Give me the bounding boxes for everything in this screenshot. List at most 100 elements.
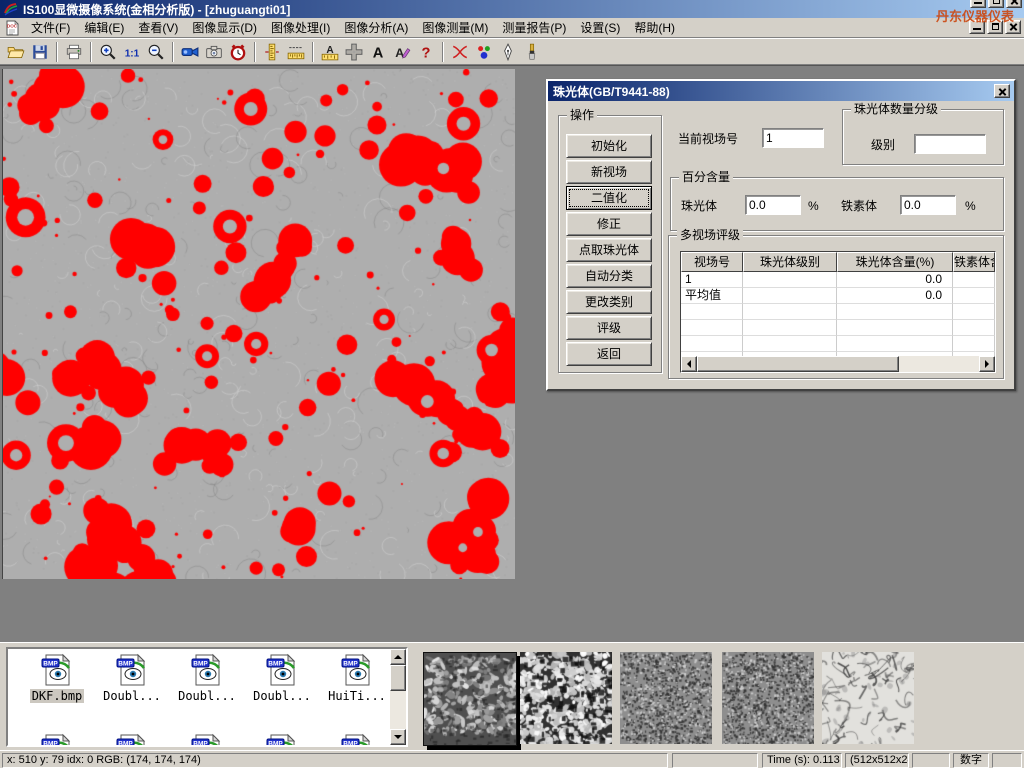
minimize-icon <box>974 2 982 4</box>
thumbnail-3[interactable] <box>620 652 712 744</box>
level-label: 级别 <box>871 138 895 152</box>
file-item[interactable]: BMP <box>97 733 167 747</box>
status-empty-panel <box>912 753 950 768</box>
table-row <box>681 320 995 336</box>
document-icon[interactable]: DOC <box>4 20 20 36</box>
bmp-file-icon: BMP <box>190 733 224 747</box>
level-input[interactable] <box>914 134 986 154</box>
svg-text:A: A <box>373 45 384 60</box>
svg-text:BMP: BMP <box>193 741 208 748</box>
ferrite-percent-input[interactable] <box>900 195 956 215</box>
return-button[interactable]: 返回 <box>566 342 652 366</box>
header-field-no[interactable]: 视场号 <box>681 252 743 272</box>
pen-icon[interactable] <box>496 40 520 63</box>
menu-image-process[interactable]: 图像处理(I) <box>264 17 337 38</box>
actual-size-icon[interactable]: 1:1 <box>120 40 144 63</box>
table-row[interactable]: 平均值 0.0 <box>681 288 995 304</box>
open-file-icon[interactable] <box>4 40 28 63</box>
brush-icon[interactable] <box>520 40 544 63</box>
correct-button[interactable]: 修正 <box>566 212 652 236</box>
auto-classify-button[interactable]: 自动分类 <box>566 264 652 288</box>
menu-image-analysis[interactable]: 图像分析(A) <box>337 17 415 38</box>
scroll-up-button[interactable] <box>390 649 406 665</box>
change-class-button[interactable]: 更改类别 <box>566 290 652 314</box>
save-icon[interactable] <box>28 40 52 63</box>
file-item-doubl3[interactable]: BMP Doubl... <box>247 653 317 703</box>
file-item[interactable]: BMP <box>172 733 242 747</box>
thumbnail-5[interactable] <box>822 652 914 744</box>
scroll-right-button[interactable] <box>979 356 995 372</box>
pick-pearlite-button[interactable]: 点取珠光体 <box>566 238 652 262</box>
window-minimize-button[interactable] <box>970 0 986 8</box>
edit-label-icon[interactable]: A <box>390 40 414 63</box>
pearlite-percent-input[interactable] <box>745 195 801 215</box>
curve-cut-icon[interactable] <box>448 40 472 63</box>
file-item-huiti[interactable]: BMP HuiTi... <box>322 653 392 703</box>
window-restore-button[interactable] <box>988 0 1004 8</box>
ruler-icon[interactable] <box>284 40 308 63</box>
pearlite-dialog: 珠光体(GB/T9441-88) 操作 初始化 新视场 二值化 修正 点取珠光体… <box>546 79 1016 391</box>
rate-button[interactable]: 评级 <box>566 316 652 340</box>
menu-image-measure[interactable]: 图像测量(M) <box>415 17 495 38</box>
header-ferrite-content[interactable]: 铁素体含量(%) <box>953 252 995 272</box>
file-item[interactable]: BMP <box>247 733 317 747</box>
svg-text:DOC: DOC <box>7 23 18 28</box>
scrollbar-thumb[interactable] <box>697 356 899 372</box>
menu-file[interactable]: 文件(F) <box>24 17 77 38</box>
thumbnail-1[interactable] <box>423 652 517 746</box>
header-pearlite-level[interactable]: 珠光体级别 <box>743 252 837 272</box>
file-item[interactable]: BMP <box>22 733 92 747</box>
svg-text:BMP: BMP <box>268 741 283 748</box>
dialog-title: 珠光体(GB/T9441-88) <box>553 83 670 100</box>
header-pearlite-content[interactable]: 珠光体含量(%) <box>837 252 953 272</box>
timer-icon[interactable] <box>226 40 250 63</box>
menu-view[interactable]: 查看(V) <box>131 17 185 38</box>
dialog-close-button[interactable] <box>994 84 1010 98</box>
zoom-in-icon[interactable] <box>96 40 120 63</box>
child-minimize-button[interactable] <box>969 20 985 34</box>
table-horizontal-scrollbar[interactable] <box>681 356 995 372</box>
file-item-doubl2[interactable]: BMP Doubl... <box>172 653 242 703</box>
bmp-file-icon: BMP <box>340 653 374 687</box>
zoom-out-icon[interactable] <box>144 40 168 63</box>
toolbar-separator <box>56 42 58 62</box>
binarize-button[interactable]: 二值化 <box>566 186 652 210</box>
menu-report[interactable]: 测量报告(P) <box>495 17 573 38</box>
thumbnail-2[interactable] <box>520 652 612 744</box>
thumbnail-4[interactable] <box>722 652 814 744</box>
cell-level <box>743 272 837 288</box>
current-field-input[interactable] <box>762 128 824 148</box>
color-classify-icon[interactable] <box>472 40 496 63</box>
menu-settings[interactable]: 设置(S) <box>573 17 627 38</box>
new-field-button[interactable]: 新视场 <box>566 160 652 184</box>
scroll-left-button[interactable] <box>681 356 697 372</box>
print-icon[interactable] <box>62 40 86 63</box>
initialize-button[interactable]: 初始化 <box>566 134 652 158</box>
child-close-button[interactable] <box>1005 20 1021 34</box>
minimize-icon <box>973 28 981 30</box>
table-row[interactable]: 1 0.0 <box>681 272 995 288</box>
window-close-button[interactable] <box>1006 0 1022 8</box>
file-item-dkf[interactable]: BMP DKF.bmp <box>22 653 92 703</box>
scroll-down-button[interactable] <box>390 729 406 745</box>
grid-cross-icon[interactable] <box>342 40 366 63</box>
file-item[interactable]: BMP <box>322 733 392 747</box>
restore-icon <box>992 23 999 30</box>
file-item-doubl1[interactable]: BMP Doubl... <box>97 653 167 703</box>
main-image[interactable] <box>2 69 515 579</box>
dialog-title-bar[interactable]: 珠光体(GB/T9441-88) <box>548 81 1014 101</box>
arrow-up-icon <box>394 651 402 659</box>
capture-icon[interactable] <box>202 40 226 63</box>
scrollbar-thumb[interactable] <box>390 665 406 691</box>
close-icon <box>1009 22 1018 31</box>
menu-edit[interactable]: 编辑(E) <box>77 17 131 38</box>
menu-help[interactable]: 帮助(H) <box>627 17 682 38</box>
measure-text-icon[interactable]: A <box>318 40 342 63</box>
menu-image-display[interactable]: 图像显示(D) <box>185 17 264 38</box>
video-camera-icon[interactable] <box>178 40 202 63</box>
text-label-icon[interactable]: A <box>366 40 390 63</box>
help-icon[interactable]: ? <box>414 40 438 63</box>
caliper-icon[interactable] <box>260 40 284 63</box>
file-list-scrollbar[interactable] <box>390 649 406 745</box>
child-restore-button[interactable] <box>987 20 1003 34</box>
